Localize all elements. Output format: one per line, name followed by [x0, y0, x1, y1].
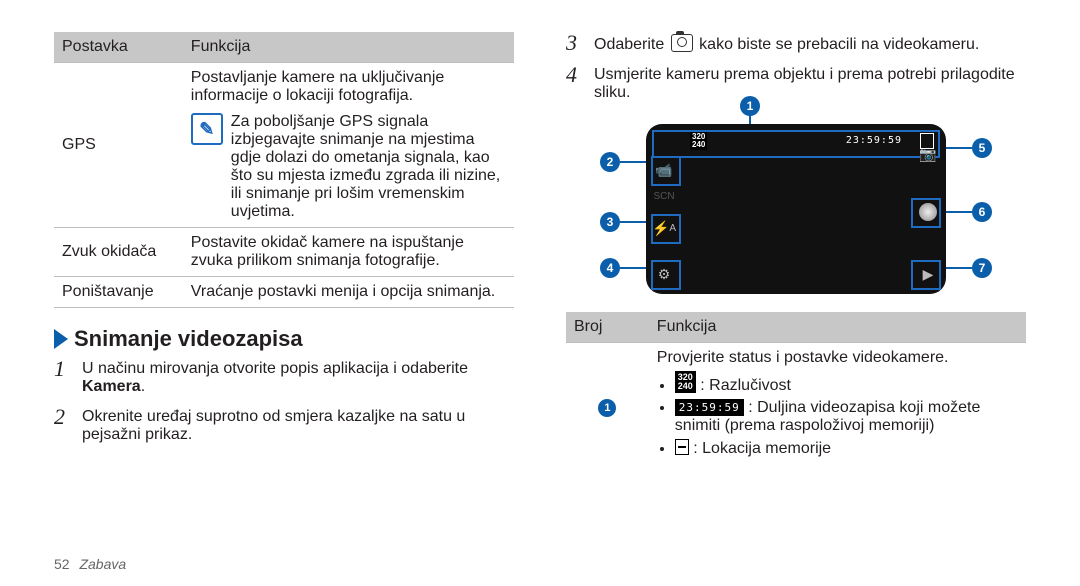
- page: Postavka Funkcija GPS Postavljanje kamer…: [0, 0, 1080, 586]
- list-item: : Lokacija memorije: [675, 439, 1018, 458]
- lead-line: [942, 147, 972, 149]
- camera-icon: [671, 34, 693, 52]
- th-funkcija: Funkcija: [183, 32, 514, 63]
- step-body: U načinu mirovanja otvorite popis aplika…: [82, 358, 514, 396]
- table-row: 1 Provjerite status i postavke videokame…: [566, 343, 1026, 469]
- list-item: 320240 : Razlučivost: [675, 371, 1018, 395]
- step-body: Okrenite uređaj suprotno od smjera kazal…: [82, 406, 514, 444]
- cell-setting: Zvuk okidača: [54, 228, 183, 277]
- time-inline-icon: 23:59:59: [675, 399, 744, 416]
- note-block: ✎ Za poboljšanje GPS signala izbjegavajt…: [191, 113, 506, 221]
- play-icon: ▶: [918, 264, 938, 284]
- lead-line: [942, 211, 972, 213]
- step-3: 3 Odaberite kako biste se prebacili na v…: [566, 32, 1026, 54]
- section-heading: Snimanje videozapisa: [54, 326, 514, 352]
- cell-setting: Poništavanje: [54, 277, 183, 308]
- th-postavka: Postavka: [54, 32, 183, 63]
- step-number: 1: [54, 358, 72, 396]
- table-row: Poništavanje Vraćanje postavki menija i …: [54, 277, 514, 308]
- switch-camera-icon: 📷: [918, 144, 938, 164]
- callout-7: 7: [972, 258, 992, 278]
- resolution-icon: 320240: [690, 132, 707, 150]
- list-item: 23:59:59 : Duljina videozapisa koji može…: [675, 399, 1018, 435]
- callout-2: 2: [600, 152, 620, 172]
- left-sidebar: 📹 SCN ⚡A ⚙: [648, 130, 680, 288]
- callout-table: Broj Funkcija 1 Provjerite status i post…: [566, 312, 1026, 468]
- step-number: 4: [566, 64, 584, 102]
- callout-4: 4: [600, 258, 620, 278]
- camcorder-screen: 320240 23:59:59 📹 SCN ⚡A ⚙ 📷: [646, 124, 946, 294]
- record-button-icon: [919, 203, 937, 221]
- cell-desc: Postavljanje kamere na uključivanje info…: [183, 63, 514, 228]
- step-1: 1 U načinu mirovanja otvorite popis apli…: [54, 358, 514, 396]
- camcorder-diagram: 1 2 3 4 5 6 7 320240 23:59:59: [646, 124, 946, 294]
- camcorder-icon: 📹: [654, 160, 674, 180]
- left-column: Postavka Funkcija GPS Postavljanje kamer…: [54, 32, 514, 468]
- right-sidebar: 📷 ▶: [912, 130, 944, 288]
- steps-list: 1 U načinu mirovanja otvorite popis apli…: [54, 358, 514, 444]
- callout-1: 1: [740, 96, 760, 116]
- page-number: 52: [54, 556, 70, 572]
- time-remaining: 23:59:59: [846, 135, 902, 146]
- cell-num: 1: [566, 343, 649, 469]
- note-icon: ✎: [191, 113, 223, 145]
- table-row: GPS Postavljanje kamere na uključivanje …: [54, 63, 514, 228]
- callout-6: 6: [972, 202, 992, 222]
- th-funkcija: Funkcija: [649, 312, 1026, 343]
- flash-icon: ⚡A: [654, 218, 674, 238]
- app-name: Kamera: [82, 378, 141, 395]
- callout-badge: 1: [598, 399, 616, 417]
- table-row: Zvuk okidača Postavite okidač kamere na …: [54, 228, 514, 277]
- note-text: Za poboljšanje GPS signala izbjegavajte …: [231, 113, 506, 221]
- gear-icon: ⚙: [654, 264, 674, 284]
- bullet-list: 320240 : Razlučivost 23:59:59 : Duljina …: [657, 371, 1018, 458]
- step-body: Usmjerite kameru prema objektu i prema p…: [594, 64, 1026, 102]
- step-number: 3: [566, 32, 584, 54]
- steps-list: 3 Odaberite kako biste se prebacili na v…: [566, 32, 1026, 102]
- heading-text: Snimanje videozapisa: [74, 326, 303, 352]
- settings-table: Postavka Funkcija GPS Postavljanje kamer…: [54, 32, 514, 308]
- step-number: 2: [54, 406, 72, 444]
- cell-desc: Provjerite status i postavke videokamere…: [649, 343, 1026, 469]
- step-body: Odaberite kako biste se prebacili na vid…: [594, 32, 1026, 54]
- lead-line: [942, 267, 972, 269]
- page-footer: 52 Zabava: [54, 556, 126, 572]
- step-2: 2 Okrenite uređaj suprotno od smjera kaz…: [54, 406, 514, 444]
- th-broj: Broj: [566, 312, 649, 343]
- callout-3: 3: [600, 212, 620, 232]
- storage-inline-icon: [675, 439, 689, 455]
- scn-label: SCN: [654, 186, 674, 206]
- right-column: 3 Odaberite kako biste se prebacili na v…: [566, 32, 1026, 468]
- chevron-right-icon: [54, 329, 68, 349]
- resolution-inline-icon: 320240: [675, 371, 696, 393]
- cell-setting: GPS: [54, 63, 183, 228]
- callout-5: 5: [972, 138, 992, 158]
- cell-desc: Vraćanje postavki menija i opcija sniman…: [183, 277, 514, 308]
- step-4: 4 Usmjerite kameru prema objektu i prema…: [566, 64, 1026, 102]
- section-name: Zabava: [79, 556, 126, 572]
- cell-desc: Postavite okidač kamere na ispuštanje zv…: [183, 228, 514, 277]
